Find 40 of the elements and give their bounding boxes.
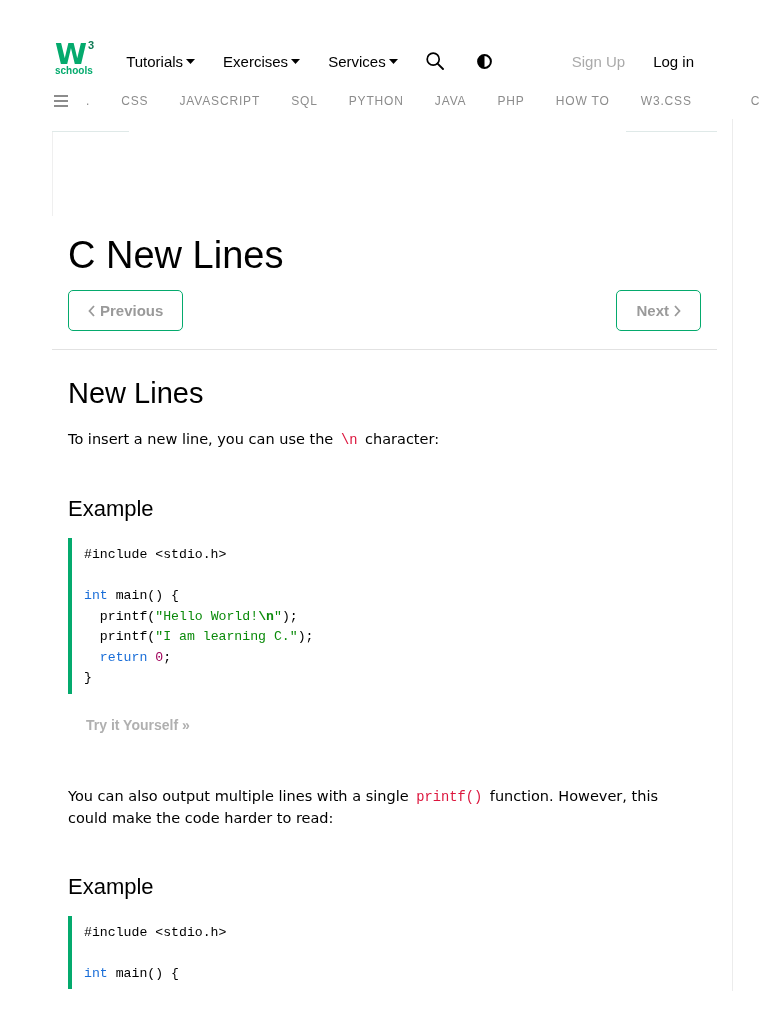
section-heading: New Lines (68, 376, 205, 411)
caret-icon (186, 58, 196, 64)
example-heading: Example (68, 872, 155, 901)
topic-link[interactable]: C (750, 94, 761, 108)
page-title: C New Lines (68, 233, 285, 278)
sign-up-link[interactable]: Sign Up (571, 52, 626, 70)
topic-link[interactable]: JAVASCRIPT (179, 94, 261, 108)
chevron-left-icon (88, 304, 95, 317)
paragraph: You can also output multiple lines with a single printf() function. However, this could make the code harder to read: (68, 786, 659, 828)
code-line: printf("Hello World!\n"); (98, 607, 298, 626)
topic-link[interactable]: SQL (291, 94, 318, 108)
search-icon[interactable] (425, 52, 444, 70)
topic-link[interactable]: PHP (497, 94, 525, 108)
nav-menu-button[interactable]: Exercises (223, 52, 301, 70)
contrast-icon[interactable] (476, 53, 492, 69)
nav-menu-button[interactable]: Services (328, 52, 398, 70)
code-line: return 0; (98, 648, 172, 667)
topic-link[interactable]: . (86, 94, 91, 108)
code-line: int main() { (84, 964, 179, 983)
topic-link[interactable]: JAVA (434, 94, 467, 108)
paragraph: To insert a new line, you can use the \n character: (68, 430, 441, 450)
try-it-yourself-button[interactable]: Try it Yourself » (86, 714, 190, 735)
code-line: #include <stdio.h> (84, 923, 227, 942)
example-heading: Example (68, 495, 155, 523)
code-line: int main() { (84, 587, 179, 605)
code-line: #include <stdio.h> (84, 546, 227, 564)
topic-link[interactable]: HOW TO (555, 94, 610, 108)
chevron-right-icon (674, 304, 681, 317)
log-in-link[interactable]: Log in (653, 52, 694, 70)
topic-link[interactable]: PYTHON (348, 94, 404, 108)
caret-icon (291, 58, 301, 64)
previous-button[interactable]: Previous (68, 290, 184, 331)
nav-menu-button[interactable]: Tutorials (126, 52, 196, 70)
topic-link[interactable]: CSS (121, 94, 149, 108)
code-line: } (84, 669, 92, 687)
caret-icon (388, 58, 398, 64)
topic-link[interactable]: W3.CSS (640, 94, 692, 108)
code-line: printf("I am learning C."); (98, 628, 314, 646)
next-button[interactable]: Next (616, 290, 701, 331)
menu-icon[interactable] (54, 95, 68, 107)
